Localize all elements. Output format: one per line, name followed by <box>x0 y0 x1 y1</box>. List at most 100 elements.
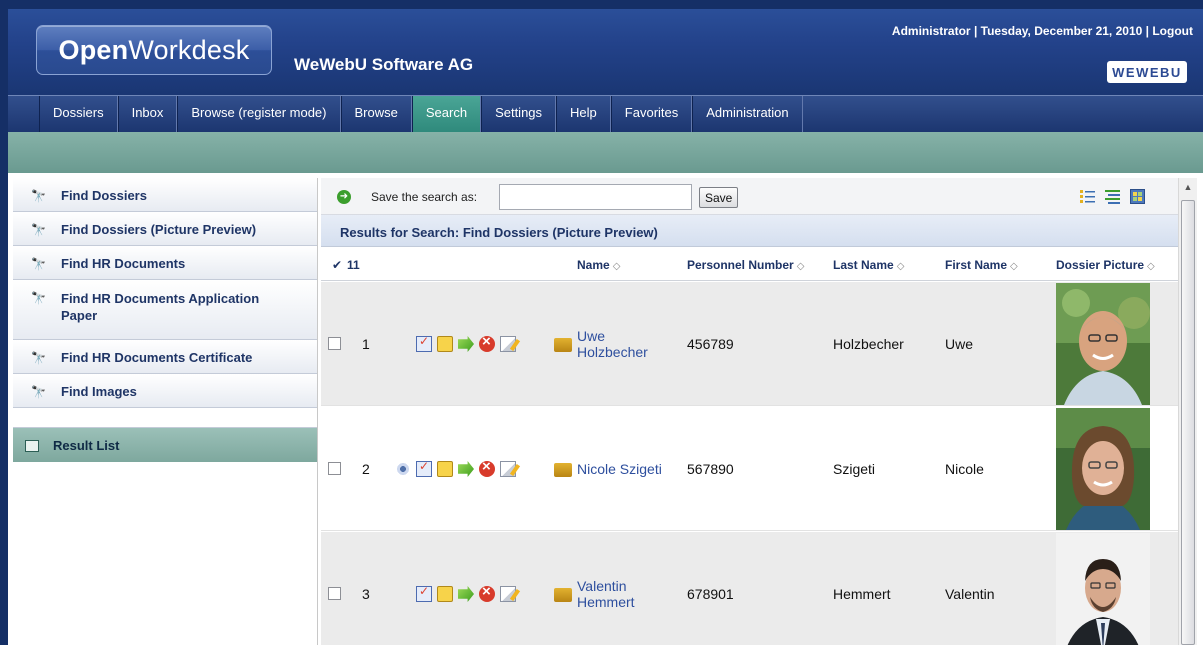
sidebar-item-find-dossiers[interactable]: 🔭 Find Dossiers <box>13 178 317 212</box>
logout-link[interactable]: Logout <box>1152 24 1193 38</box>
folder-icon <box>554 588 572 602</box>
binoculars-icon: 🔭 <box>31 257 46 271</box>
sidebar-item-result-list[interactable]: Result List <box>13 428 317 462</box>
delete-icon[interactable] <box>479 333 495 352</box>
tab-search[interactable]: Search <box>411 96 482 132</box>
name-line: Valentin <box>577 578 627 594</box>
column-first-name[interactable]: First Name ◇ <box>945 258 1018 272</box>
save-search-bar: ➜ Save the search as: Save <box>321 178 1178 215</box>
open-arrow-icon[interactable] <box>458 336 474 352</box>
column-last-name[interactable]: Last Name ◇ <box>833 258 904 272</box>
tab-help[interactable]: Help <box>556 96 611 132</box>
last-name: Szigeti <box>833 461 876 477</box>
openworkdesk-logo[interactable]: OpenWorkdesk <box>36 25 272 75</box>
table-row[interactable]: 2 Nicole Szigeti 567890 Szigeti Nicole <box>321 407 1178 531</box>
separator: | <box>1145 24 1149 38</box>
save-search-label: Save the search as: <box>371 190 478 204</box>
thumbnail-view-icon[interactable] <box>1130 189 1145 204</box>
sidebar-item-label: Result List <box>53 438 120 453</box>
row-number: 1 <box>362 336 370 352</box>
dossier-picture[interactable] <box>1056 533 1150 645</box>
personnel-number: 567890 <box>687 461 734 477</box>
dossier-name-link[interactable]: Uwe Holzbecher <box>577 328 648 360</box>
dossier-picture[interactable] <box>1056 408 1150 530</box>
column-personnel-number[interactable]: Personnel Number ◇ <box>687 258 804 272</box>
checklist-icon[interactable] <box>416 584 432 602</box>
edit-icon[interactable] <box>500 461 516 477</box>
clipboard-icon[interactable] <box>437 461 453 477</box>
tab-settings[interactable]: Settings <box>481 96 557 132</box>
sidebar-item-find-hr-documents[interactable]: 🔭 Find HR Documents <box>13 246 317 280</box>
sidebar-item-find-dossiers-picture-preview[interactable]: 🔭 Find Dossiers (Picture Preview) <box>13 212 317 246</box>
table-row[interactable]: 1 UweHolzbecher 456789 Holzbecher Uwe <box>321 282 1178 406</box>
sidebar-spacer <box>13 408 317 428</box>
tab-dossiers[interactable]: Dossiers <box>39 96 118 132</box>
scroll-thumb[interactable] <box>1181 200 1195 645</box>
tab-favorites[interactable]: Favorites <box>610 96 693 132</box>
binoculars-icon: 🔭 <box>31 291 46 305</box>
first-name: Valentin <box>945 586 995 602</box>
row-actions <box>395 458 516 477</box>
column-label: Last Name <box>833 258 894 272</box>
column-label: Personnel Number <box>687 258 794 272</box>
column-label: Name <box>577 258 610 272</box>
dossier-name-link[interactable]: Valentin Hemmert <box>577 578 635 610</box>
open-arrow-icon[interactable] <box>458 586 474 602</box>
sidebar-item-find-hr-documents-certificate[interactable]: 🔭 Find HR Documents Certificate <box>13 340 317 374</box>
sidebar-item-label: Find HR Documents Certificate <box>61 350 253 365</box>
clipboard-icon[interactable] <box>437 586 453 602</box>
tab-administration[interactable]: Administration <box>692 96 803 132</box>
name-line: Uwe <box>577 328 606 344</box>
checklist-icon[interactable] <box>416 459 432 477</box>
select-all-checkmark[interactable]: ✔ <box>332 258 342 272</box>
list-icon <box>25 440 39 452</box>
dossier-name-link[interactable]: Nicole Szigeti <box>577 461 662 477</box>
folder-icon <box>554 338 572 352</box>
user-name: Administrator <box>891 24 971 38</box>
sidebar-item-label: Find Images <box>61 384 137 399</box>
save-button[interactable]: Save <box>699 187 739 208</box>
edit-icon[interactable] <box>500 586 516 602</box>
personnel-number: 456789 <box>687 336 734 352</box>
scroll-up-arrow-icon[interactable]: ▲ <box>1179 178 1197 196</box>
tab-browse[interactable]: Browse <box>340 96 412 132</box>
company-name: WeWebU Software AG <box>294 55 474 74</box>
tab-browse-register-mode[interactable]: Browse (register mode) <box>177 96 341 132</box>
search-sidebar: 🔭 Find Dossiers 🔭 Find Dossiers (Picture… <box>13 178 318 645</box>
sidebar-item-find-images[interactable]: 🔭 Find Images <box>13 374 317 408</box>
view-eye-icon[interactable] <box>395 461 411 477</box>
delete-icon[interactable] <box>479 458 495 477</box>
name-line: Holzbecher <box>577 344 648 360</box>
app-header: OpenWorkdesk WeWebU Software AG Administ… <box>8 9 1203 95</box>
tab-inbox[interactable]: Inbox <box>117 96 178 132</box>
table-row[interactable]: 3 ValentinHemmert 678901 Hemmert Valenti… <box>321 532 1178 645</box>
binoculars-icon: 🔭 <box>31 351 46 365</box>
first-name: Uwe <box>945 336 974 352</box>
tree-view-icon[interactable] <box>1105 189 1120 204</box>
column-dossier-picture[interactable]: Dossier Picture ◇ <box>1056 258 1155 272</box>
open-arrow-icon[interactable] <box>458 461 474 477</box>
row-checkbox[interactable] <box>328 587 341 600</box>
row-number: 3 <box>362 586 370 602</box>
column-name[interactable]: Name ◇ <box>577 258 620 272</box>
dossier-picture[interactable] <box>1056 283 1150 405</box>
sidebar-item-label: Find Dossiers <box>61 188 147 203</box>
sort-icon: ◇ <box>612 261 621 272</box>
checklist-icon[interactable] <box>416 334 432 352</box>
delete-icon[interactable] <box>479 583 495 602</box>
row-actions <box>416 583 516 602</box>
sidebar-item-find-hr-documents-application-paper[interactable]: 🔭 Find HR Documents Application Paper <box>13 280 317 340</box>
results-title: Results for Search: Find Dossiers (Pictu… <box>321 215 1178 247</box>
binoculars-icon: 🔭 <box>31 189 46 203</box>
results-scrollbar[interactable]: ▲ <box>1178 178 1197 645</box>
row-checkbox[interactable] <box>328 337 341 350</box>
row-checkbox[interactable] <box>328 462 341 475</box>
save-search-input[interactable] <box>499 184 692 210</box>
sort-icon: ◇ <box>796 261 805 272</box>
clipboard-icon[interactable] <box>437 336 453 352</box>
last-name: Holzbecher <box>833 336 904 352</box>
go-arrow-icon[interactable]: ➜ <box>337 190 351 204</box>
wewebu-brand-logo: WEWEBU <box>1107 61 1187 83</box>
list-view-icon[interactable] <box>1080 189 1095 204</box>
edit-icon[interactable] <box>500 336 516 352</box>
